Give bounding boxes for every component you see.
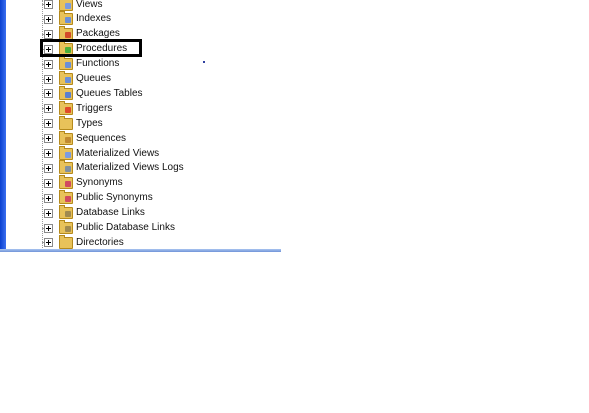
tree-item-directories[interactable]: Directories	[42, 234, 124, 250]
tree-item-triggers[interactable]: Triggers	[42, 100, 113, 116]
tree-item-views[interactable]: Views	[42, 0, 103, 12]
tree-item-materialized-views-logs[interactable]: Materialized Views Logs	[42, 160, 184, 176]
procedures-folder-icon	[59, 41, 73, 56]
folder-badge-icon	[65, 32, 71, 39]
tree-item-sequences[interactable]: Sequences	[42, 130, 127, 146]
expand-plus-icon[interactable]	[44, 74, 53, 84]
tree-item-label: Indexes	[76, 13, 112, 25]
folder-badge-icon	[65, 136, 71, 143]
tree-item-queues[interactable]: Queues	[42, 71, 112, 87]
tree-item-label: Directories	[76, 236, 124, 248]
queues-tables-folder-icon	[59, 85, 73, 100]
expand-plus-icon[interactable]	[44, 0, 53, 9]
tree-item-label: Database Links	[76, 207, 145, 219]
tree-item-public-database-links[interactable]: Public Database Links	[42, 220, 175, 236]
expand-plus-icon[interactable]	[44, 178, 53, 188]
expand-plus-icon[interactable]	[44, 223, 53, 233]
expand-plus-icon[interactable]	[44, 149, 53, 158]
directories-folder-icon	[59, 234, 73, 249]
folder-badge-icon	[65, 106, 71, 113]
tree-item-procedures[interactable]: Procedures	[42, 41, 128, 57]
tree-item-label: Triggers	[76, 102, 113, 114]
types-folder-icon	[59, 115, 73, 130]
tree-item-label: Public Synonyms	[76, 192, 153, 204]
views-folder-icon	[59, 0, 73, 11]
triggers-folder-icon	[59, 100, 73, 115]
functions-folder-icon	[59, 56, 73, 71]
tree-item-label: Views	[76, 0, 103, 10]
panel-bottom-border	[0, 249, 281, 252]
folder-badge-icon	[65, 62, 71, 69]
tree-item-label: Queues	[76, 73, 112, 84]
expand-plus-icon[interactable]	[44, 89, 53, 99]
expand-plus-icon[interactable]	[44, 163, 53, 173]
folder-badge-icon	[65, 121, 71, 128]
materialized-views-folder-icon	[59, 145, 73, 160]
expand-plus-icon[interactable]	[44, 134, 53, 144]
tree-item-label: Public Database Links	[76, 222, 175, 233]
database-links-folder-icon	[59, 205, 73, 220]
tree-item-label: Functions	[76, 58, 120, 70]
folder-badge-icon	[65, 226, 71, 232]
tree-item-label: Materialized Views	[76, 147, 160, 159]
tree-item-label: Queues Tables	[76, 87, 143, 99]
tree-item-synonyms[interactable]: Synonyms	[42, 175, 123, 191]
expand-plus-icon[interactable]	[44, 44, 53, 54]
expand-plus-icon[interactable]	[44, 104, 53, 114]
tree-item-label: Procedures	[76, 43, 128, 55]
folder-badge-icon	[65, 211, 71, 218]
tree-item-label: Sequences	[76, 132, 127, 144]
tree-item-functions[interactable]: Functions	[42, 56, 120, 72]
tree-item-database-links[interactable]: Database Links	[42, 205, 145, 221]
tree-item-packages[interactable]: Packages	[42, 26, 120, 42]
folder-badge-icon	[65, 196, 71, 203]
tree-item-queues-tables[interactable]: Queues Tables	[42, 85, 143, 101]
folder-badge-icon	[65, 77, 71, 83]
tree-item-indexes[interactable]: Indexes	[42, 11, 112, 27]
materialized-views-logs-folder-icon	[59, 160, 73, 175]
queues-folder-icon	[59, 71, 73, 85]
expand-plus-icon[interactable]	[44, 193, 53, 203]
expand-plus-icon[interactable]	[44, 59, 53, 69]
folder-badge-icon	[65, 151, 71, 158]
tree-item-label: Synonyms	[76, 177, 123, 189]
folder-badge-icon	[65, 166, 71, 173]
expand-plus-icon[interactable]	[44, 14, 53, 24]
folder-badge-icon	[65, 240, 71, 247]
stray-pixel	[203, 61, 205, 63]
public-database-links-folder-icon	[59, 220, 73, 234]
folder-badge-icon	[65, 2, 71, 9]
folder-badge-icon	[65, 17, 71, 24]
tree-item-label: Types	[76, 117, 103, 129]
tree-item-label: Materialized Views Logs	[76, 162, 184, 174]
expand-plus-icon[interactable]	[44, 29, 53, 39]
expand-plus-icon[interactable]	[44, 238, 53, 248]
folder-badge-icon	[65, 47, 71, 54]
screen: Views Indexes Packages Procedures Functions Q…	[0, 0, 589, 413]
tree-item-materialized-views[interactable]: Materialized Views	[42, 145, 160, 161]
indexes-folder-icon	[59, 11, 73, 26]
folder-badge-icon	[65, 91, 71, 98]
packages-folder-icon	[59, 26, 73, 41]
tree-item-public-synonyms[interactable]: Public Synonyms	[42, 190, 153, 206]
expand-plus-icon[interactable]	[44, 208, 53, 218]
synonyms-folder-icon	[59, 175, 73, 190]
sequences-folder-icon	[59, 130, 73, 145]
expand-plus-icon[interactable]	[44, 119, 53, 129]
public-synonyms-folder-icon	[59, 190, 73, 205]
tree-item-label: Packages	[76, 28, 120, 40]
folder-badge-icon	[65, 181, 71, 188]
tree-item-types[interactable]: Types	[42, 115, 103, 131]
